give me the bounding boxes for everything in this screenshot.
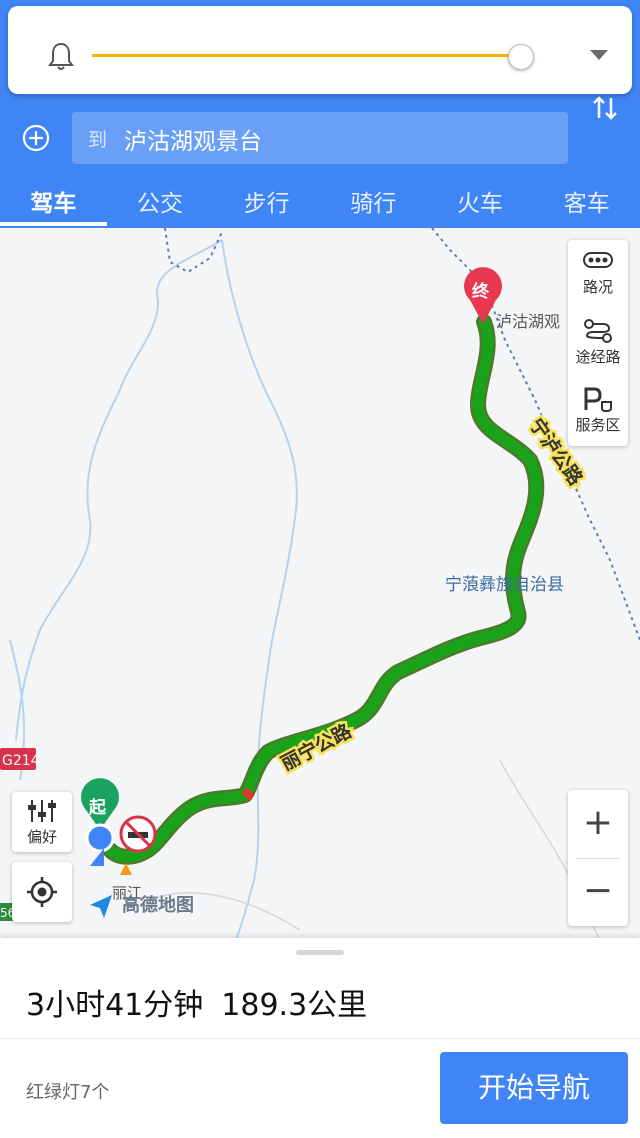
start-navigation-button[interactable]: 开始导航 bbox=[440, 1052, 628, 1124]
locate-icon bbox=[27, 877, 57, 907]
current-location-dot bbox=[85, 823, 115, 853]
bell-icon[interactable] bbox=[46, 40, 76, 72]
add-waypoint-icon[interactable] bbox=[22, 124, 50, 152]
amap-logo: 高德地图 bbox=[90, 894, 194, 918]
chevron-down-icon[interactable] bbox=[590, 50, 608, 60]
swap-direction-icon[interactable] bbox=[592, 94, 618, 122]
tab-bike[interactable]: 骑行 bbox=[320, 178, 427, 228]
traffic-icon bbox=[583, 252, 613, 268]
traffic-label: 路况 bbox=[582, 278, 613, 296]
service-area-icon bbox=[584, 387, 612, 412]
map-view[interactable]: 宁泸公路 丽宁公路 泸沽湖观 宁蒗彝族自治县 丽江 G214 56 终 起 高德… bbox=[0, 228, 640, 940]
congestion-segment bbox=[241, 787, 255, 801]
map-canvas: 宁泸公路 丽宁公路 泸沽湖观 宁蒗彝族自治县 丽江 G214 56 终 起 高德… bbox=[0, 228, 640, 940]
tab-walk[interactable]: 步行 bbox=[213, 178, 320, 228]
preference-label: 偏好 bbox=[26, 828, 57, 846]
volume-slider-track[interactable] bbox=[92, 54, 521, 57]
locate-button[interactable] bbox=[12, 862, 72, 922]
warning-icon bbox=[120, 863, 132, 875]
no-truck-sign-icon bbox=[119, 815, 157, 853]
svg-text:终: 终 bbox=[472, 281, 490, 302]
tab-train[interactable]: 火车 bbox=[427, 178, 534, 228]
waypoint-icon bbox=[584, 319, 612, 343]
route-summary: 3小时41分钟 189.3公里 bbox=[26, 980, 385, 1024]
transport-tabs: 驾车 公交 步行 骑行 火车 客车 bbox=[0, 178, 640, 228]
equalizer-icon bbox=[28, 800, 56, 822]
map-tools-panel: 路况 途经路 服务区 bbox=[568, 240, 628, 446]
destination-input[interactable]: 到 泸沽湖观景台 bbox=[72, 112, 568, 164]
zoom-out-button[interactable]: − bbox=[568, 858, 628, 926]
waypoint-button[interactable]: 途经路 bbox=[568, 310, 628, 376]
divider bbox=[0, 1038, 640, 1039]
river bbox=[15, 239, 223, 741]
waypoint-label: 途经路 bbox=[575, 348, 621, 366]
drag-handle[interactable] bbox=[296, 950, 344, 955]
volume-popup bbox=[8, 6, 632, 94]
tab-drive[interactable]: 驾车 bbox=[0, 178, 107, 228]
route-summary-sheet: 3小时41分钟 189.3公里 红绿灯7个 开始导航 bbox=[0, 938, 640, 1138]
svg-text:高德地图: 高德地图 bbox=[122, 894, 194, 916]
county-label: 宁蒗彝族自治县 bbox=[445, 575, 564, 595]
destination-text: 泸沽湖观景台 bbox=[124, 129, 262, 155]
tab-bus[interactable]: 公交 bbox=[107, 178, 214, 228]
river bbox=[221, 239, 298, 940]
zoom-in-button[interactable]: + bbox=[568, 790, 628, 858]
distance-text: 189.3公里 bbox=[221, 988, 368, 1023]
traffic-button[interactable]: 路况 bbox=[568, 240, 628, 306]
preference-button[interactable]: 偏好 bbox=[12, 792, 72, 852]
service-area-label: 服务区 bbox=[575, 416, 621, 434]
duration-text: 3小时41分钟 bbox=[26, 988, 204, 1023]
service-area-button[interactable]: 服务区 bbox=[568, 378, 628, 444]
tab-coach[interactable]: 客车 bbox=[533, 178, 640, 228]
traffic-lights-count: 红绿灯7个 bbox=[26, 1082, 110, 1103]
volume-slider-thumb[interactable] bbox=[507, 44, 534, 70]
destination-label: 泸沽湖观 bbox=[496, 312, 560, 331]
highway-badge-text: G214 bbox=[2, 753, 40, 769]
svg-text:起: 起 bbox=[88, 797, 107, 818]
zoom-controls: + − bbox=[568, 790, 628, 926]
destination-prefix: 到 bbox=[88, 129, 108, 151]
start-marker[interactable]: 起 bbox=[81, 778, 119, 830]
boundary-line bbox=[164, 228, 223, 274]
